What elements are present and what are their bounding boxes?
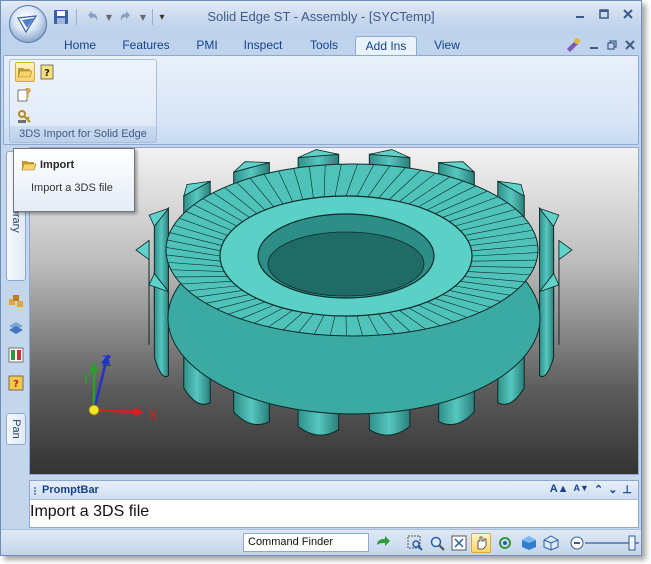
promptbar-header: PromptBar A▲ A▼ ⌃ ⌄ ⊥ [30, 481, 638, 500]
folder-open-icon [21, 161, 37, 171]
svg-text:?: ? [44, 68, 50, 79]
rotate-icon [499, 537, 511, 549]
view-orientation-button[interactable] [541, 533, 561, 553]
close-icon [623, 9, 633, 19]
folder-open-icon [17, 68, 33, 78]
view-shaded-button[interactable] [519, 533, 539, 553]
ribbon-tabs: Home Features PMI Inspect Tools Add Ins … [1, 33, 641, 55]
font-decrease-button[interactable]: A▼ [574, 483, 589, 496]
solid-edge-logo-icon [17, 15, 38, 34]
promptbar-message: Import a 3DS file [30, 503, 150, 520]
cube-outline-icon [543, 535, 559, 551]
help-page-icon: ? [17, 86, 32, 102]
tab-pan-label: Pan [10, 419, 22, 439]
promptbar: PromptBar A▲ A▼ ⌃ ⌄ ⊥ Import a 3DS file [29, 480, 639, 528]
tab-tools[interactable]: Tools [299, 36, 349, 55]
tab-inspect[interactable]: Inspect [235, 36, 291, 55]
zoom-slider[interactable] [569, 534, 639, 552]
font-increase-button[interactable]: A▲ [550, 483, 569, 496]
zoom-slider-thumb[interactable] [628, 535, 636, 551]
command-finder-go-button[interactable] [373, 533, 393, 553]
key-icon [18, 110, 31, 123]
zoom-icon [430, 536, 445, 551]
tab-features[interactable]: Features [113, 36, 179, 55]
window-controls [573, 7, 635, 21]
axis-x-label: X [148, 408, 158, 424]
gear-tooth-top [135, 239, 150, 261]
ribbon-group-3ds-import: ? ? 3DS Import for Solid Edge [9, 59, 157, 143]
zoom-area-button[interactable] [405, 533, 425, 553]
close-button[interactable] [621, 7, 635, 21]
tab-add-ins[interactable]: Add Ins [355, 36, 417, 55]
ribbon-close-icon[interactable] [625, 40, 635, 50]
promptbar-title: PromptBar [42, 484, 99, 496]
minimize-icon [576, 16, 584, 18]
cube-shaded-icon [522, 536, 536, 550]
pan-button[interactable] [471, 533, 491, 553]
import-tooltip: Import Import a 3DS file [13, 148, 135, 212]
maximize-button[interactable] [597, 7, 611, 21]
ribbon-minimize-icon[interactable] [589, 40, 599, 50]
license-button[interactable] [15, 106, 35, 126]
ribbon-restore-icon[interactable] [607, 40, 617, 50]
tab-view[interactable]: View [421, 36, 473, 55]
tab-home[interactable]: Home [55, 36, 105, 55]
help-icon: ? [40, 64, 54, 80]
pathfinder-icon[interactable] [8, 293, 24, 309]
fit-button[interactable] [449, 533, 469, 553]
ribbon-group-label: 3DS Import for Solid Edge [10, 126, 156, 142]
promptbar-controls: A▲ A▼ ⌃ ⌄ ⊥ [550, 483, 632, 496]
assembly-relationships-icon[interactable] [8, 347, 24, 363]
tooltip-description: Import a 3DS file [31, 182, 113, 194]
sensors-icon[interactable]: ? [8, 375, 24, 391]
options-icon[interactable] [565, 37, 581, 53]
arrow-right-icon [377, 536, 390, 546]
help-topics-button[interactable]: ? [15, 84, 35, 104]
expand-icon[interactable]: ⌄ [608, 483, 617, 496]
axis-y-label: Y [81, 372, 91, 388]
pin-icon[interactable]: ⊥ [622, 483, 632, 496]
collapse-icon[interactable]: ⌃ [594, 483, 603, 496]
zoom-button[interactable] [427, 533, 447, 553]
svg-text:?: ? [25, 86, 32, 100]
ribbon-right-controls [565, 37, 635, 53]
svg-text:?: ? [13, 379, 19, 390]
tab-pan[interactable]: Pan [6, 413, 26, 445]
ribbon-panel: ? ? 3DS Import for Solid Edge [3, 55, 639, 145]
title-bar: ▼ ▼ ▾ Solid Edge ST - Assembly - [SYCTem… [1, 1, 641, 33]
import-3ds-button[interactable] [15, 62, 35, 82]
gear-tooth-top [558, 239, 573, 261]
fit-icon [451, 535, 467, 551]
coordinate-triad: X Y Z [81, 354, 158, 424]
rotate-button[interactable] [495, 533, 515, 553]
application-window: ▼ ▼ ▾ Solid Edge ST - Assembly - [SYCTem… [0, 0, 642, 556]
help-button[interactable]: ? [37, 62, 57, 82]
zoom-area-icon [407, 535, 423, 551]
window-title: Solid Edge ST - Assembly - [SYCTemp] [207, 9, 435, 24]
axis-z-label: Z [102, 354, 112, 370]
minimize-button[interactable] [573, 7, 587, 21]
tooltip-title: Import [40, 159, 75, 171]
maximize-icon [599, 9, 609, 19]
gear-bore-inner [267, 231, 425, 297]
command-finder-input[interactable]: Command Finder [243, 533, 369, 552]
pan-icon [477, 536, 487, 550]
status-bar: Command Finder [1, 529, 641, 555]
tab-pmi[interactable]: PMI [187, 36, 227, 55]
application-button[interactable] [9, 5, 47, 43]
promptbar-grip[interactable] [34, 487, 38, 495]
layers-icon[interactable] [8, 320, 24, 336]
